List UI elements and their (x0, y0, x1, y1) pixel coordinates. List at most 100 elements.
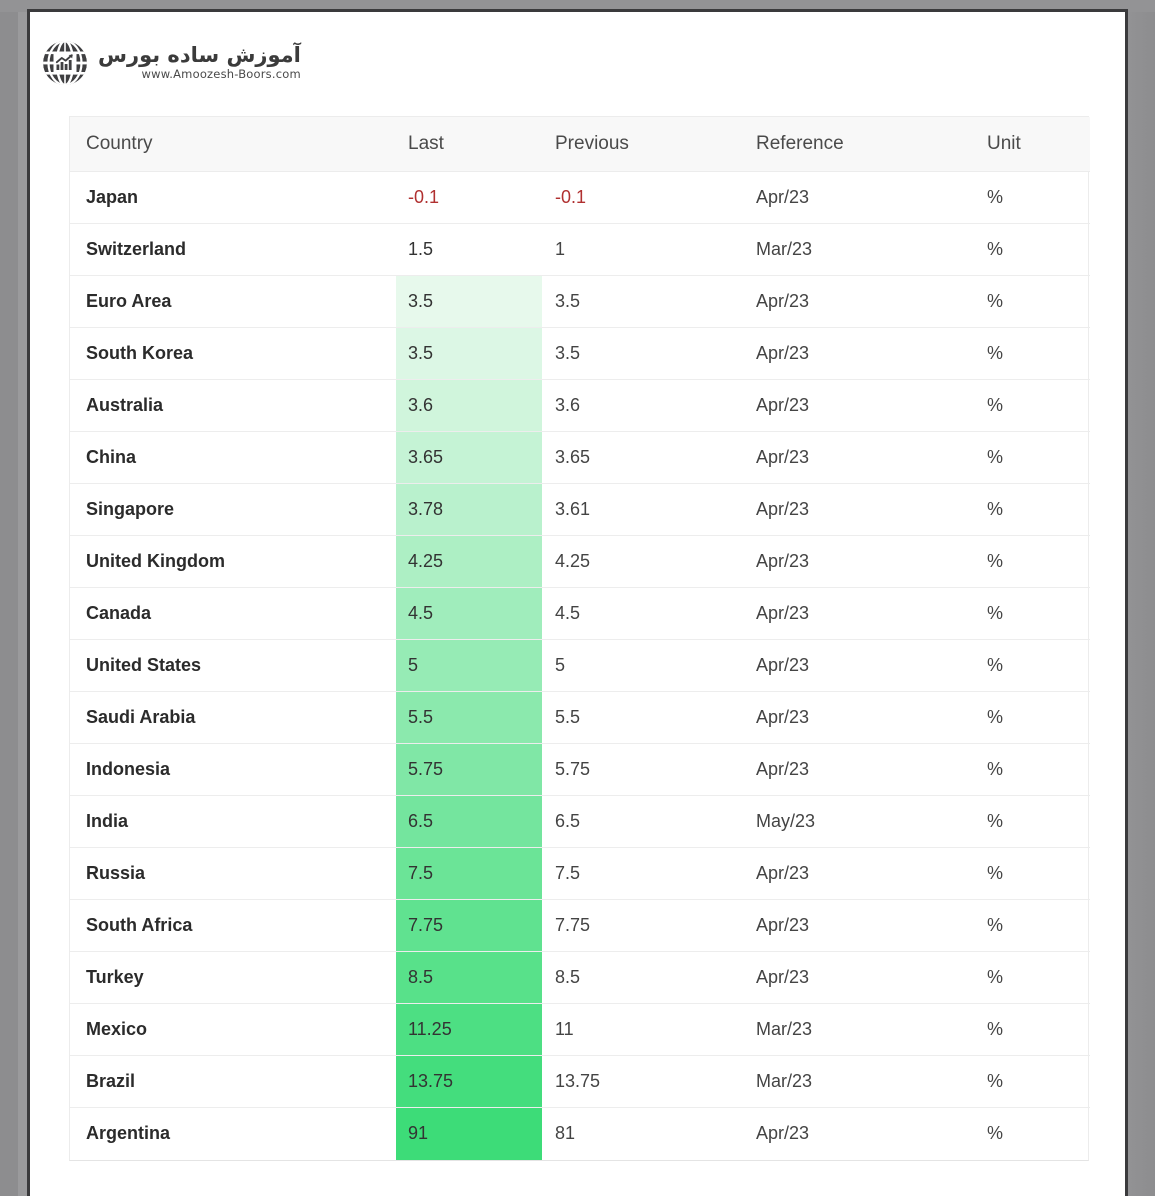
table-row[interactable]: Australia 3.6 3.6 Apr/23% (70, 379, 1090, 432)
cell-country: United States (70, 639, 396, 692)
cell-last: 91 (396, 1107, 542, 1160)
cell-unit: % (977, 691, 1090, 744)
cell-last: 4.25 (396, 535, 542, 588)
cell-last: 3.65 (396, 431, 542, 484)
cell-last: 13.75 (396, 1055, 542, 1108)
cell-country: Argentina (86, 1123, 171, 1144)
cell-reference: Apr/23 (742, 743, 977, 796)
table-header: Country Last Previous Reference Unit (70, 117, 1090, 172)
cell-previous: 81 (555, 1123, 576, 1144)
cell-previous: 5.75 (542, 743, 742, 796)
cell-last: 4.5 (396, 587, 542, 640)
cell-country: Canada (70, 587, 396, 640)
cell-reference: Apr/23 (742, 171, 977, 224)
column-header-last[interactable]: Last (396, 117, 542, 172)
column-header-unit[interactable]: Unit (977, 117, 1090, 172)
cell-reference: Apr/23 (756, 1123, 810, 1144)
cell-unit: % (977, 1003, 1090, 1056)
cell-unit: % (977, 899, 1090, 952)
cell-country: South Korea (70, 327, 396, 380)
table-row[interactable]: United Kingdom 4.25 4.25 Apr/23% (70, 535, 1090, 588)
cell-reference: Apr/23 (742, 691, 977, 744)
table-row[interactable]: Euro Area 3.5 3.5 Apr/23% (70, 275, 1090, 328)
cell-country: South Africa (70, 899, 396, 952)
table-row[interactable]: United States 5 5 Apr/23% (70, 639, 1090, 692)
table-row[interactable]: China 3.65 3.65 Apr/23% (70, 431, 1090, 484)
table-row[interactable]: Brazil 13.75 13.75 Mar/23% (70, 1055, 1090, 1108)
column-header-reference[interactable]: Reference (742, 117, 977, 172)
cell-last: 3.6 (396, 379, 542, 432)
table-row[interactable]: Russia 7.5 7.5 Apr/23% (70, 847, 1090, 900)
cell-country: Brazil (70, 1055, 396, 1108)
table-row[interactable]: Japan -0.1 -0.1 Apr/23% (70, 171, 1090, 224)
cell-previous: 3.5 (542, 327, 742, 380)
cell-country: Switzerland (70, 223, 396, 276)
cell-last: 5 (396, 639, 542, 692)
cell-previous: 4.25 (542, 535, 742, 588)
cell-unit: % (977, 1055, 1090, 1108)
content-panel: آموزش ساده بورس www.Amoozesh-Boors.com C… (30, 12, 1125, 1196)
column-header-country[interactable]: Country (70, 117, 396, 172)
cell-country: Saudi Arabia (70, 691, 396, 744)
table-row[interactable]: Canada 4.5 4.5 Apr/23% (70, 587, 1090, 640)
cell-reference: Apr/23 (742, 483, 977, 536)
interest-rates-table: Country Last Previous Reference Unit Jap… (70, 117, 1090, 1160)
cell-last: 5.5 (396, 691, 542, 744)
cell-country: Russia (70, 847, 396, 900)
cell-unit: % (987, 1123, 1004, 1144)
cell-previous: 7.75 (542, 899, 742, 952)
cell-country: United Kingdom (70, 535, 396, 588)
logo-text-block: آموزش ساده بورس www.Amoozesh-Boors.com (98, 45, 301, 81)
table-row[interactable]: India 6.5 6.5 May/23% (70, 795, 1090, 848)
globe-bar-chart-icon (41, 39, 89, 87)
cell-unit: % (977, 795, 1090, 848)
cell-previous: 5 (542, 639, 742, 692)
cell-unit: % (977, 379, 1090, 432)
table-row[interactable]: Indonesia 5.75 5.75 Apr/23% (70, 743, 1090, 796)
cell-previous: 1 (542, 223, 742, 276)
cell-unit: % (977, 535, 1090, 588)
cell-previous: 5.5 (542, 691, 742, 744)
cell-last: 3.5 (396, 275, 542, 328)
cell-previous: 3.6 (542, 379, 742, 432)
cell-last: 6.5 (396, 795, 542, 848)
cell-previous: 3.5 (542, 275, 742, 328)
cell-last: 8.5 (396, 951, 542, 1004)
cell-reference: Apr/23 (742, 587, 977, 640)
table-row[interactable]: Switzerland 1.5 1 Mar/23% (70, 223, 1090, 276)
table-row[interactable]: South Korea 3.5 3.5 Apr/23% (70, 327, 1090, 380)
cell-previous: 8.5 (542, 951, 742, 1004)
cell-last: 5.75 (396, 743, 542, 796)
table-header-row: Country Last Previous Reference Unit (70, 117, 1090, 172)
cell-country: Mexico (70, 1003, 396, 1056)
cell-reference: Apr/23 (742, 275, 977, 328)
cell-previous: 3.61 (542, 483, 742, 536)
cell-reference: Apr/23 (742, 847, 977, 900)
cell-previous: 7.5 (542, 847, 742, 900)
cell-unit: % (977, 223, 1090, 276)
cell-unit: % (977, 951, 1090, 1004)
cell-country: India (70, 795, 396, 848)
table-row[interactable]: Singapore 3.78 3.61 Apr/23% (70, 483, 1090, 536)
site-logo[interactable]: آموزش ساده بورس www.Amoozesh-Boors.com (41, 39, 301, 87)
table-row[interactable]: Turkey 8.5 8.5 Apr/23% (70, 951, 1090, 1004)
interest-rates-table-container: Country Last Previous Reference Unit Jap… (69, 116, 1090, 1161)
cell-previous: 3.65 (542, 431, 742, 484)
cell-unit: % (977, 483, 1090, 536)
cell-previous: 6.5 (542, 795, 742, 848)
table-row[interactable]: South Africa 7.75 7.75 Apr/23% (70, 899, 1090, 952)
cell-reference: Apr/23 (742, 379, 977, 432)
cell-reference: Mar/23 (742, 223, 977, 276)
cell-reference: Apr/23 (742, 535, 977, 588)
table-body: Japan -0.1 -0.1 Apr/23% Switzerland 1.5 1 Mar/2… (70, 171, 1090, 1160)
cell-unit: % (977, 171, 1090, 224)
cell-unit: % (977, 275, 1090, 328)
table-row[interactable]: Argentina 91 81 Apr/23% (70, 1107, 1090, 1160)
cell-country: Singapore (70, 483, 396, 536)
cell-country: Indonesia (70, 743, 396, 796)
table-row[interactable]: Mexico 11.25 11 Mar/23% (70, 1003, 1090, 1056)
column-header-previous[interactable]: Previous (542, 117, 742, 172)
logo-brand-name: آموزش ساده بورس (98, 43, 301, 68)
cell-country: Turkey (70, 951, 396, 1004)
table-row[interactable]: Saudi Arabia 5.5 5.5 Apr/23% (70, 691, 1090, 744)
